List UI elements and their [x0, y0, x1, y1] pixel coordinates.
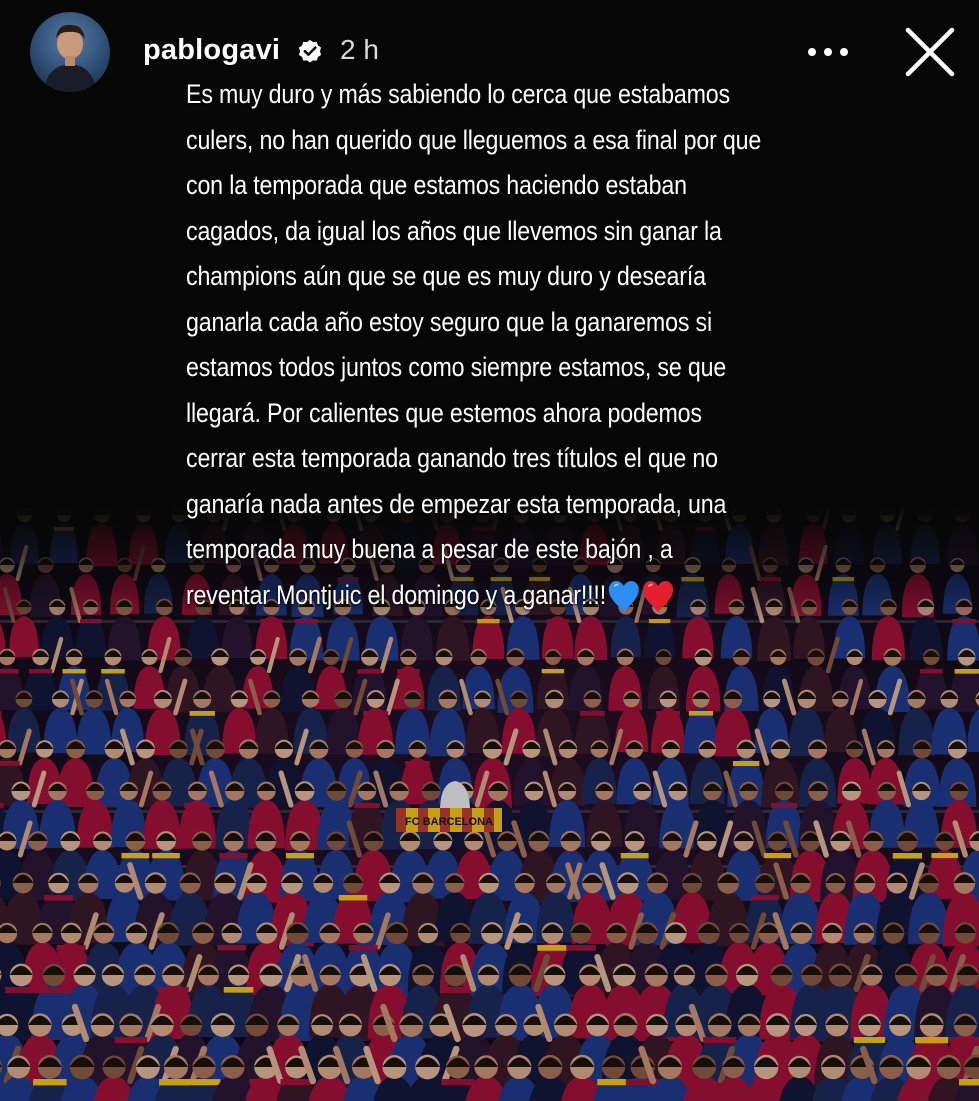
- username[interactable]: pablogavi: [143, 34, 280, 67]
- caption-line: Es muy duro y más sabiendo lo cerca que …: [186, 79, 730, 109]
- story-caption: Es muy duro y más sabiendo lo cerca que …: [186, 72, 886, 618]
- blue-heart-icon: [609, 581, 640, 613]
- caption-line: estamos todos juntos como siempre estamo…: [186, 352, 727, 382]
- more-horizontal-icon: [808, 48, 848, 56]
- caption-line: llegará. Por calientes que estemos ahora…: [186, 397, 702, 428]
- avatar[interactable]: [30, 12, 110, 92]
- close-icon[interactable]: [900, 22, 960, 82]
- post-time: 2 h: [340, 34, 379, 65]
- caption-line: ganarla cada año estoy seguro que la gan…: [186, 306, 712, 337]
- verified-badge-icon: [298, 39, 322, 63]
- red-heart-icon: [643, 581, 674, 613]
- more-options-button[interactable]: [803, 32, 853, 72]
- caption-line: cerrar esta temporada ganando tres títul…: [186, 443, 718, 473]
- caption-line: con la temporada que estamos haciendo es…: [186, 170, 687, 200]
- caption-line: champions aún que se que es muy duro y d…: [186, 261, 706, 291]
- caption-line-text: reventar Montjuic el domingo y a ganar!!…: [186, 579, 606, 610]
- story-viewer[interactable]: FC BARCELONA pablogavi 2 h: [0, 0, 979, 1101]
- caption-line: cagados, da igual los años que llevemos …: [186, 215, 722, 246]
- caption-line: temporada muy buena a pesar de este bajó…: [186, 534, 673, 564]
- avatar-portrait-icon: [44, 24, 96, 92]
- caption-line: ganaría nada antes de empezar esta tempo…: [186, 488, 727, 519]
- caption-line: culers, no han querido que lleguemos a e…: [186, 124, 762, 155]
- caption-line-last: reventar Montjuic el domingo y a ganar!!…: [186, 573, 788, 619]
